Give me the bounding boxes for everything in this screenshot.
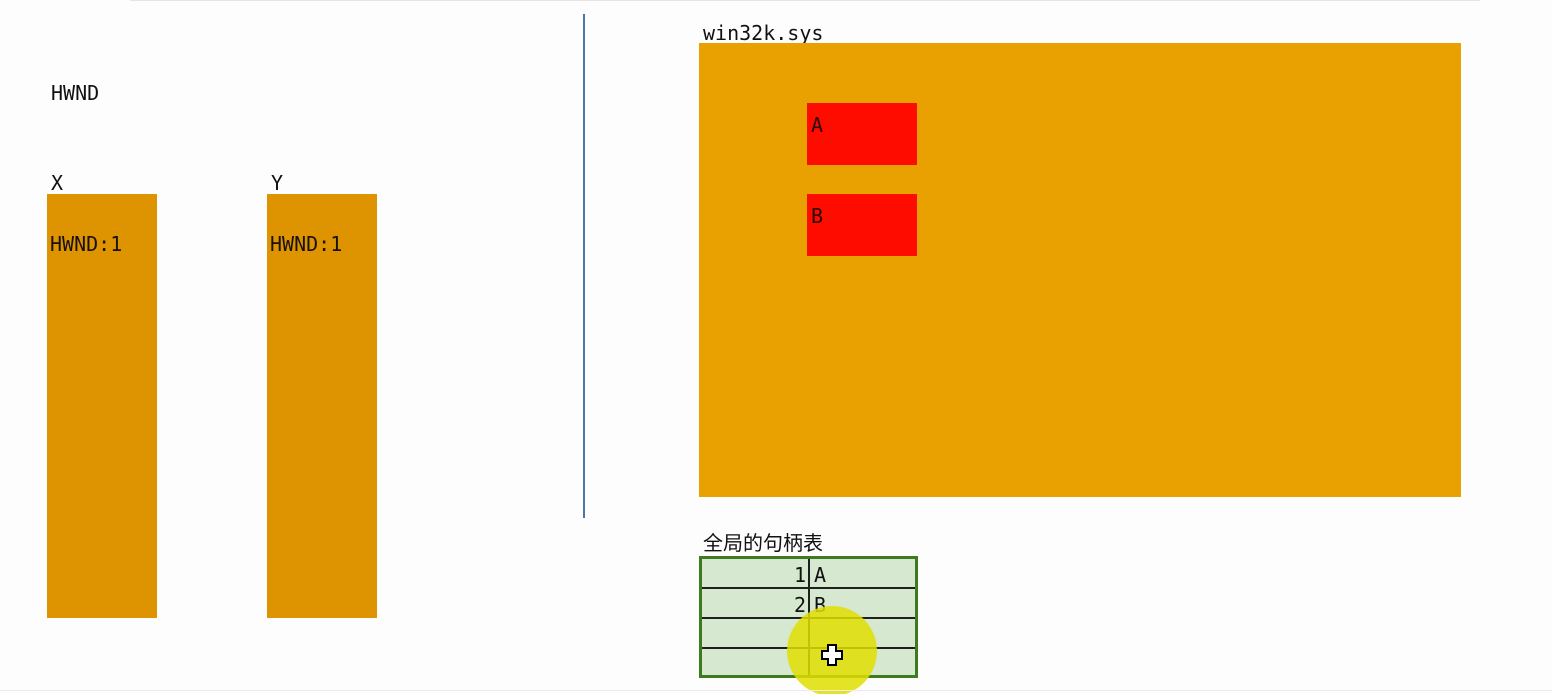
kernel-object-a: A [807,103,917,165]
row-index: 1 [793,563,806,587]
process-y-handle: HWND:1 [270,232,343,256]
handle-table-title: 全局的句柄表 [703,531,823,555]
slide-canvas: HWND X HWND:1 Y HWND:1 win32k.sys A B 全局… [0,0,1552,694]
move-cursor-icon [821,644,843,666]
process-x-handle: HWND:1 [50,232,123,256]
kernel-object-b: B [807,194,917,256]
row-ref: A [814,563,827,587]
top-edge-line [130,0,1480,1]
kernel-object-a-label: A [811,113,824,137]
kernel-memory-box: A B [699,43,1461,497]
hwnd-title: HWND [51,81,100,105]
column-x-header: X [51,171,64,195]
kernel-label: win32k.sys [703,21,824,45]
kernel-object-b-label: B [811,204,824,228]
process-y-column: HWND:1 [267,194,377,618]
panel-divider [583,14,585,518]
process-x-column: HWND:1 [47,194,157,618]
row-index: 2 [793,593,806,617]
bottom-edge-line [0,690,1552,691]
column-y-header: Y [271,171,284,195]
